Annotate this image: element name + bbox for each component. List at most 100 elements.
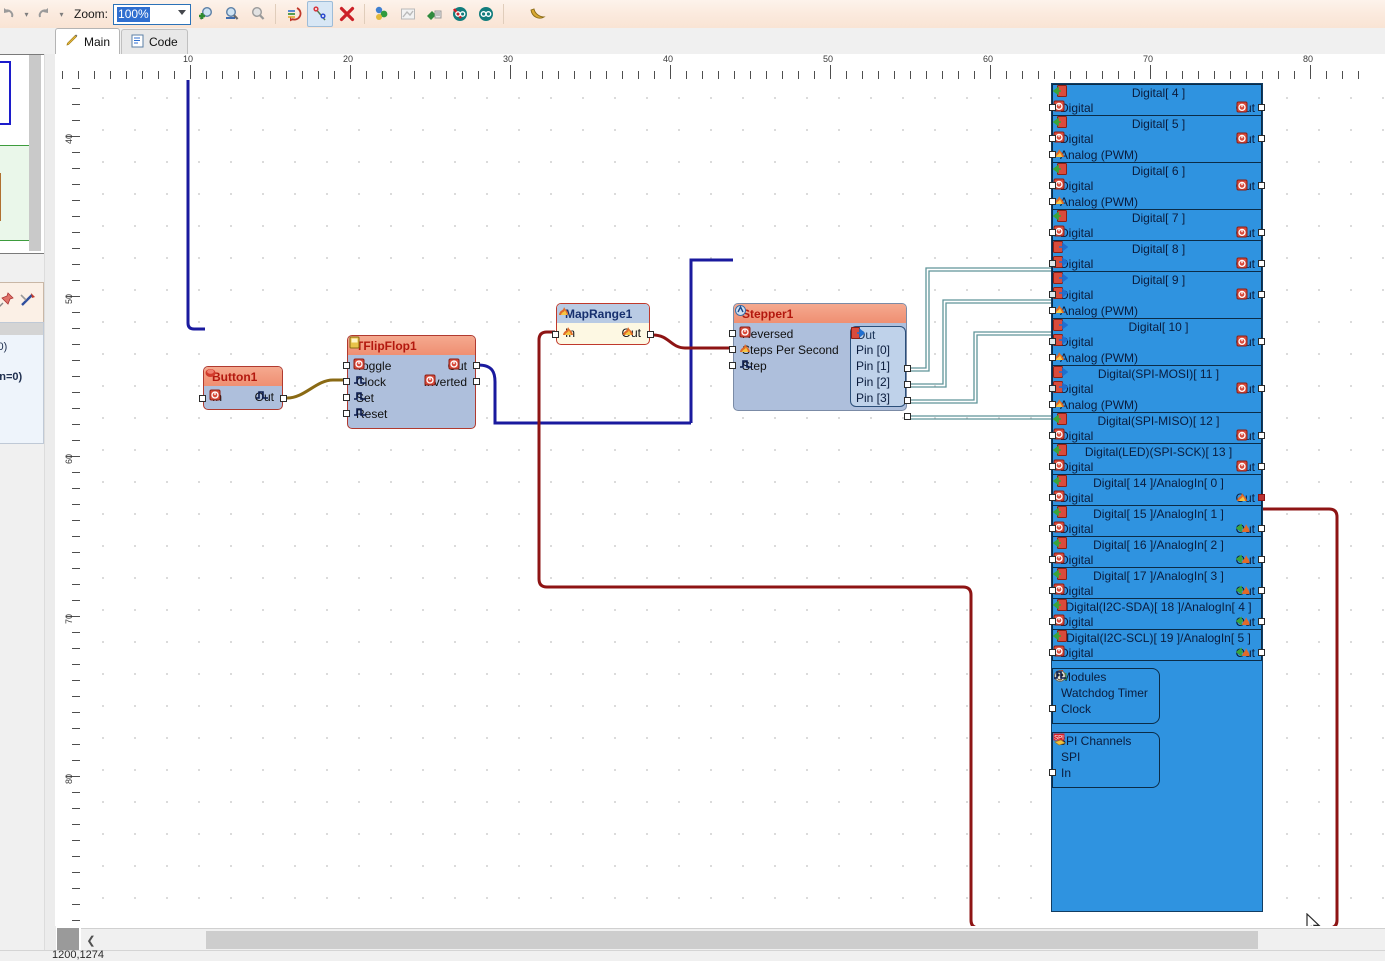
pin-output-port[interactable] — [1258, 182, 1265, 189]
pin-output-port[interactable] — [1258, 463, 1265, 470]
arduino-teal-icon[interactable] — [474, 2, 498, 26]
module-item[interactable]: Watchdog Timer — [1053, 685, 1159, 701]
pin-output-port[interactable] — [1258, 649, 1265, 656]
zoom-reset-icon[interactable] — [246, 2, 270, 26]
pin-input-port[interactable] — [1049, 432, 1056, 439]
pin-output-port[interactable] — [1258, 618, 1265, 625]
overview-scrollbar[interactable] — [29, 55, 41, 251]
pin-output-port[interactable] — [1258, 525, 1265, 532]
block-button1[interactable]: Button1 In Out — [203, 366, 283, 410]
pin-input-port[interactable] — [1049, 104, 1056, 111]
pin-row[interactable]: Digital[ 15 ]/AnalogIn[ 1 ] DigitalOut — [1052, 505, 1262, 537]
pin-row[interactable]: Digital(LED)(SPI-SCK)[ 13 ] DigitalOut — [1052, 443, 1262, 475]
port-stepper-pin2[interactable] — [904, 397, 911, 404]
stepper-pin-0[interactable]: Pin [0] — [851, 342, 905, 358]
pin-output-port[interactable] — [1258, 556, 1265, 563]
pin-output-port[interactable] — [1258, 338, 1265, 345]
port-tff-toggle[interactable] — [343, 362, 350, 369]
port-tff-set[interactable] — [343, 394, 350, 401]
pin-input-port[interactable] — [1049, 618, 1056, 625]
port-stepper-reversed[interactable] — [729, 330, 736, 337]
port-stepper-sps[interactable] — [729, 346, 736, 353]
pin-row[interactable]: Digital[ 10 ] DigitalOut Analog (PWM) — [1052, 318, 1262, 366]
pin-input-port[interactable] — [1049, 182, 1056, 189]
diagram-canvas[interactable]: Button1 In Out — [81, 80, 1385, 926]
pin-input-port[interactable] — [1049, 198, 1056, 205]
pin-input-port[interactable] — [1049, 354, 1056, 361]
pin-input-port[interactable] — [1049, 525, 1056, 532]
pin-output-port[interactable] — [1258, 104, 1265, 111]
pin-row[interactable]: Digital[ 6 ] DigitalOut Analog (PWM) — [1052, 162, 1262, 210]
port-stepper-step[interactable] — [729, 362, 736, 369]
pin-input-port[interactable] — [1049, 151, 1056, 158]
pin-input-port[interactable] — [1049, 338, 1056, 345]
pin-output-port[interactable] — [1258, 385, 1265, 392]
redo-dropdown-icon[interactable]: ▾ — [57, 5, 66, 23]
port-stepper-pin1[interactable] — [904, 381, 911, 388]
port-tff-clock[interactable] — [343, 378, 350, 385]
tab-main[interactable]: Main — [55, 28, 120, 54]
port-maprange-in[interactable] — [552, 331, 559, 338]
pin-input-port[interactable] — [1049, 385, 1056, 392]
port-stepper-pin3[interactable] — [904, 413, 911, 420]
pin-row[interactable]: Digital[ 7 ] DigitalOut — [1052, 209, 1262, 241]
refresh-pins-icon[interactable] — [281, 2, 305, 26]
pin-output-port[interactable] — [1258, 260, 1265, 267]
property-grid[interactable]: n=0) e1 ,Min=0) — [0, 322, 44, 444]
zoom-out-icon[interactable] — [220, 2, 244, 26]
compile-disabled-icon[interactable] — [396, 2, 420, 26]
pin-output-port[interactable] — [1258, 229, 1265, 236]
pin-row[interactable]: Digital(SPI-MOSI)[ 11 ] DigitalOut Analo… — [1052, 365, 1262, 413]
pin-input-port[interactable] — [1049, 401, 1056, 408]
horizontal-scrollbar[interactable]: ❮ — [81, 928, 1385, 951]
horizontal-scroll-thumb[interactable] — [206, 931, 1258, 949]
port-stepper-pin0[interactable] — [904, 365, 911, 372]
scroll-left-button[interactable]: ❮ — [81, 929, 101, 951]
block-tflipflop1[interactable]: TFlipFlop1 Toggle Clock Set Reset — [347, 335, 476, 429]
pin-input-port[interactable] — [1049, 649, 1056, 656]
pin-output-port[interactable] — [1258, 291, 1265, 298]
pin-input-port[interactable] — [1049, 291, 1056, 298]
redo-icon[interactable] — [32, 2, 56, 26]
spi-item[interactable]: SPISPI — [1053, 749, 1159, 765]
pin-icon[interactable] — [0, 291, 15, 309]
stepper-pin-1[interactable]: Pin [1] — [851, 358, 905, 374]
pin-input-port[interactable] — [1049, 307, 1056, 314]
pin-row[interactable]: Digital[ 14 ]/AnalogIn[ 0 ] DigitalOut — [1052, 474, 1262, 506]
spi-port[interactable] — [1049, 769, 1056, 776]
port-tff-inverted[interactable] — [473, 378, 480, 385]
block-stepper1[interactable]: Stepper1 Reversed Steps Per Second Step … — [733, 303, 907, 411]
pin-input-port[interactable] — [1049, 556, 1056, 563]
stepper-pin-2[interactable]: Pin [2] — [851, 374, 905, 390]
pin-output-port[interactable] — [1258, 494, 1265, 501]
pin-row[interactable]: Digital[ 16 ]/AnalogIn[ 2 ] DigitalOut — [1052, 536, 1262, 568]
module-port[interactable] — [1049, 705, 1056, 712]
upload-icon[interactable] — [422, 2, 446, 26]
undo-dropdown-icon[interactable]: ▾ — [22, 5, 31, 23]
pin-row[interactable]: Digital[ 4 ] DigitalOut — [1052, 84, 1262, 116]
chevron-down-icon[interactable] — [178, 10, 186, 15]
port-button1-in[interactable] — [199, 395, 206, 402]
select-route-icon[interactable] — [307, 1, 333, 27]
stepper-pin-3[interactable]: Pin [3] — [851, 390, 905, 406]
pin-output-port[interactable] — [1258, 587, 1265, 594]
pin-row[interactable]: Digital[ 9 ] DigitalOut Analog (PWM) — [1052, 271, 1262, 319]
arduino-red-icon[interactable] — [448, 2, 472, 26]
pin-input-port[interactable] — [1049, 463, 1056, 470]
pin-row[interactable]: Digital(I2C-SCL)[ 19 ]/AnalogIn[ 5 ] Dig… — [1052, 629, 1262, 661]
block-maprange1[interactable]: MapRange1 In Out — [556, 303, 650, 345]
modules-panel[interactable]: ModulesWatchdog TimerClock — [1052, 668, 1160, 724]
overview-pane[interactable] — [0, 54, 50, 254]
port-maprange-out[interactable] — [647, 331, 654, 338]
pin-row[interactable]: Digital[ 17 ]/AnalogIn[ 3 ] DigitalOut — [1052, 567, 1262, 599]
zoom-in-icon[interactable] — [194, 2, 218, 26]
module-item[interactable]: Clock — [1053, 701, 1159, 717]
spi-panel[interactable]: SPI ChannelsSPISPISPIIn — [1052, 732, 1160, 788]
pin-output-port[interactable] — [1258, 135, 1265, 142]
port-button1-out[interactable] — [280, 395, 287, 402]
pin-row[interactable]: Digital[ 8 ] DigitalOut — [1052, 240, 1262, 272]
spi-item[interactable]: SPIIn — [1053, 765, 1159, 781]
undo-icon[interactable] — [0, 2, 21, 26]
pin-row[interactable]: Digital[ 5 ] DigitalOut Analog (PWM) — [1052, 115, 1262, 163]
port-tff-out[interactable] — [473, 362, 480, 369]
